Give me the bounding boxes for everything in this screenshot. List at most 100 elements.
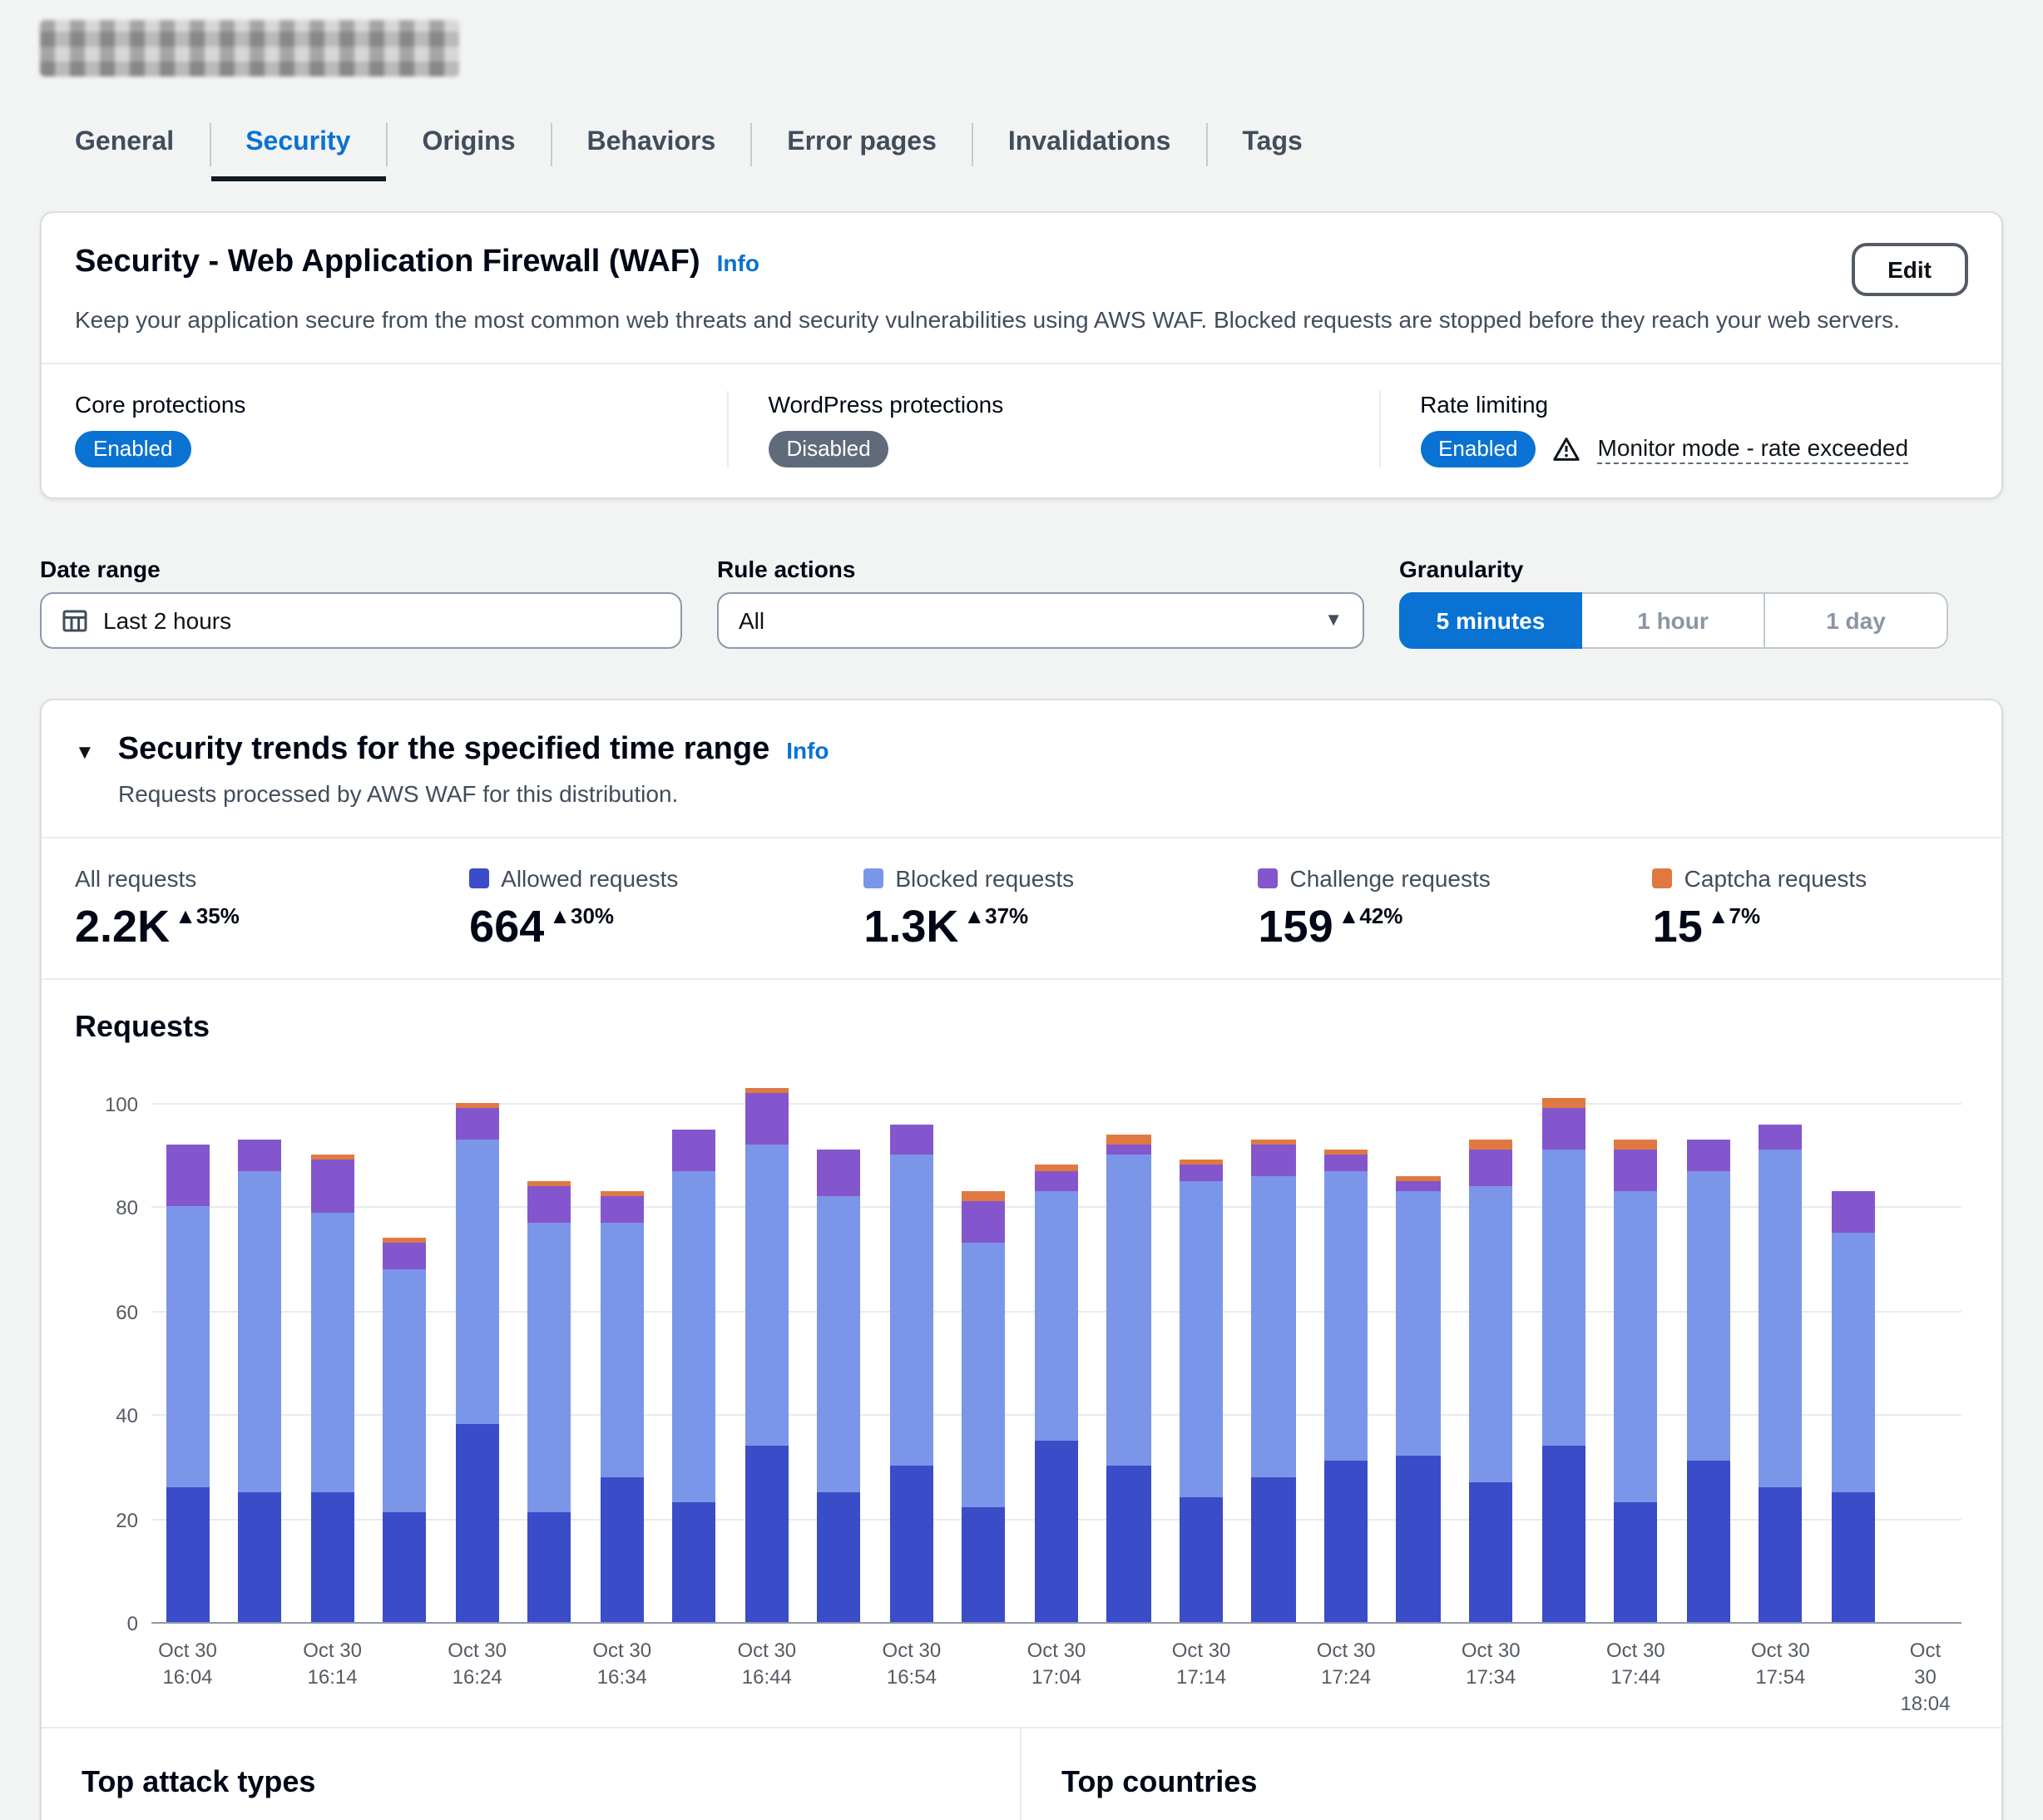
tab-invalidations[interactable]: Invalidations [973, 106, 1206, 181]
x-tick-label: Oct 30 16:54 [883, 1637, 942, 1690]
stacked-bar [238, 1140, 281, 1622]
tab-bar: General Security Origins Behaviors Error… [40, 106, 2003, 181]
y-tick-label: 40 [82, 1404, 138, 1427]
bar-segment [1541, 1446, 1585, 1622]
x-tick-label: Oct 30 16:14 [303, 1637, 362, 1690]
bar-segment [1759, 1150, 1802, 1487]
gridline [151, 1622, 1961, 1624]
collapse-caret-icon[interactable]: ▼ [75, 740, 95, 764]
chevron-down-icon: ▼ [1324, 611, 1343, 631]
metric-all-requests: All requests 2.2K ▲35% [75, 865, 469, 952]
metric-label: Blocked requests [895, 865, 1074, 892]
stacked-bar [1541, 1098, 1585, 1622]
metric-delta: ▲35% [175, 903, 240, 928]
waf-panel-title: Security - Web Application Firewall (WAF… [75, 243, 700, 283]
edit-button[interactable]: Edit [1851, 243, 1968, 296]
bar-segment [238, 1140, 281, 1170]
bar-segment [1469, 1482, 1512, 1622]
top-attack-types-title: Top attack types [82, 1765, 980, 1800]
rate-limit-monitor-link[interactable]: Monitor mode - rate exceeded [1598, 434, 1909, 464]
granularity-filter: Granularity 5 minutes 1 hour 1 day [1399, 556, 1948, 649]
core-protections: Core protections Enabled [75, 391, 727, 467]
y-tick-label: 100 [82, 1093, 138, 1116]
metric-value: 159 [1259, 902, 1333, 952]
bar-segment [673, 1503, 716, 1623]
bar-segment [1397, 1191, 1440, 1456]
core-protections-status-badge: Enabled [75, 431, 190, 467]
rule-actions-filter: Rule actions All ▼ [717, 556, 1364, 649]
rule-actions-select[interactable]: All ▼ [717, 592, 1364, 649]
bar-segment [1469, 1150, 1512, 1186]
stacked-bar [383, 1238, 427, 1622]
bar-segment [1035, 1441, 1078, 1622]
challenge-legend-swatch [1259, 868, 1279, 888]
bar-segment [673, 1170, 716, 1502]
bar-segment [528, 1513, 571, 1622]
bar-segment [1541, 1098, 1585, 1108]
metric-value: 15 [1653, 902, 1703, 952]
waf-panel: Security - Web Application Firewall (WAF… [40, 211, 2003, 499]
bar-segment [1107, 1145, 1150, 1155]
bar-segment [1686, 1170, 1729, 1461]
bar-segment [383, 1513, 427, 1622]
wordpress-protections-label: WordPress protections [769, 391, 1353, 418]
requests-chart-title: Requests [75, 1010, 1968, 1045]
metric-delta: ▲37% [963, 903, 1028, 928]
bar-segment [1541, 1150, 1585, 1446]
bar-segment [383, 1269, 427, 1513]
bar-segment [1035, 1191, 1078, 1441]
stacked-bar [1686, 1140, 1729, 1622]
granularity-5-minutes-button[interactable]: 5 minutes [1399, 592, 1582, 649]
bar-segment [456, 1425, 499, 1622]
tab-security[interactable]: Security [210, 106, 385, 181]
granularity-1-day-button[interactable]: 1 day [1765, 592, 1948, 649]
metric-label: All requests [75, 865, 196, 892]
bar-segment [601, 1223, 644, 1477]
metric-delta: ▲42% [1338, 903, 1403, 928]
bar-segment [818, 1492, 861, 1622]
granularity-1-hour-button[interactable]: 1 hour [1582, 592, 1765, 649]
waf-info-link[interactable]: Info [717, 250, 759, 276]
metric-blocked-requests: Blocked requests 1.3K ▲37% [863, 865, 1258, 952]
tab-behaviors[interactable]: Behaviors [552, 106, 751, 181]
trends-subtitle: Requests processed by AWS WAF for this d… [118, 777, 1968, 810]
stacked-bar [528, 1181, 571, 1622]
stacked-bar [962, 1191, 1006, 1622]
bar-segment [1324, 1155, 1368, 1170]
x-tick-label: Oct 30 17:54 [1751, 1637, 1810, 1690]
bar-segment [745, 1093, 789, 1145]
stacked-bar [1759, 1124, 1802, 1622]
bar-segment [673, 1129, 716, 1170]
bar-segment [310, 1160, 354, 1212]
x-axis-labels: Oct 30 16:04Oct 30 16:14Oct 30 16:24Oct … [151, 1637, 1961, 1697]
bar-segment [1107, 1135, 1150, 1145]
bar-segment [1614, 1503, 1657, 1623]
captcha-legend-swatch [1653, 868, 1673, 888]
y-tick-label: 80 [82, 1197, 138, 1220]
protections-row: Core protections Enabled WordPress prote… [42, 364, 2001, 497]
bar-segment [1397, 1181, 1440, 1191]
date-range-filter: Date range Last 2 hours [40, 556, 682, 649]
metric-captcha-requests: Captcha requests 15 ▲7% [1653, 865, 1968, 952]
metric-label: Captcha requests [1684, 865, 1867, 892]
bar-segment [1107, 1155, 1150, 1466]
bar-segment [1180, 1165, 1223, 1181]
x-tick-label: Oct 30 17:04 [1027, 1637, 1086, 1690]
tab-general[interactable]: General [40, 106, 209, 181]
trends-info-link[interactable]: Info [786, 737, 829, 764]
tab-origins[interactable]: Origins [387, 106, 550, 181]
stacked-bar [1469, 1140, 1512, 1622]
metric-delta: ▲7% [1708, 903, 1760, 928]
bar-segment [1397, 1456, 1440, 1622]
stacked-bar [1107, 1135, 1150, 1623]
date-range-input[interactable]: Last 2 hours [40, 592, 682, 649]
stacked-bar [1035, 1165, 1078, 1622]
y-tick-label: 20 [82, 1508, 138, 1531]
tab-error-pages[interactable]: Error pages [752, 106, 972, 181]
tab-tags[interactable]: Tags [1207, 106, 1337, 181]
bar-segment [166, 1145, 209, 1207]
bar-segment [238, 1492, 281, 1622]
top-attack-types-panel: Top attack types [42, 1729, 1022, 1820]
bar-segment [962, 1202, 1006, 1244]
date-range-value: Last 2 hours [103, 607, 231, 634]
